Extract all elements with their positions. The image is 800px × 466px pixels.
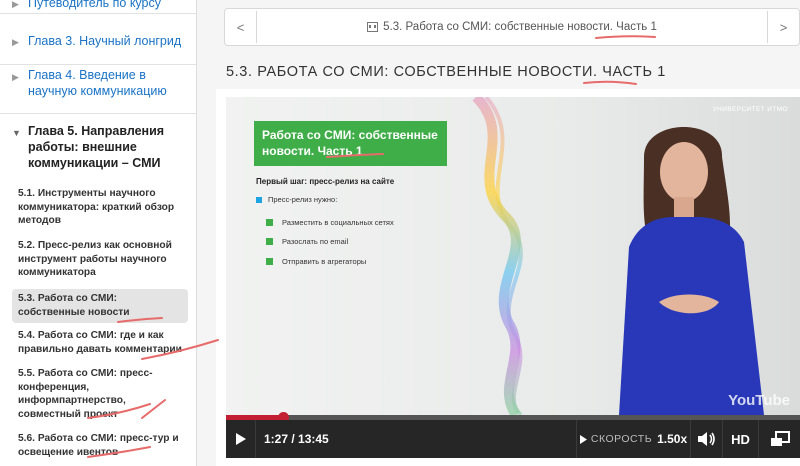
subsection-5-3-active[interactable]: 5.3. Работа со СМИ: собственные новости xyxy=(12,289,188,323)
sequence-nav: < 5.3. Работа со СМИ: собственные новост… xyxy=(224,8,800,46)
sidebar-item-guide[interactable]: ▶ Путеводитель по курсу xyxy=(0,0,196,14)
play-icon xyxy=(235,433,246,445)
hd-button[interactable]: HD xyxy=(723,420,759,458)
video-icon xyxy=(367,22,379,32)
chevron-right-icon: ▶ xyxy=(12,37,19,47)
subsection-5-6[interactable]: 5.6. Работа со СМИ: пресс-тур и освещени… xyxy=(12,432,188,459)
speed-label: СКОРОСТЬ xyxy=(590,433,653,445)
slide-subbullet-text: Отправить в агрегаторы xyxy=(282,257,367,266)
sidebar-item-chapter-4[interactable]: ▶ Глава 4. Введение в научную коммуникац… xyxy=(0,65,196,114)
subsection-5-4[interactable]: 5.4. Работа со СМИ: где и как правильно … xyxy=(12,329,188,356)
chevron-down-icon: ▼ xyxy=(12,128,21,138)
video-controls: 1:27 / 13:45 СКОРОСТЬ 1.50x HD xyxy=(226,420,800,458)
volume-button[interactable] xyxy=(691,420,723,458)
chevron-right-icon: ▶ xyxy=(12,72,19,82)
bullet-square-icon xyxy=(266,238,273,245)
itmo-logo: УНИВЕРСИТЕТ ИТМО xyxy=(712,106,788,113)
sidebar-item-chapter-3[interactable]: ▶ Глава 3. Научный лонгрид xyxy=(0,14,196,65)
current-unit-label: 5.3. Работа со СМИ: собственные новости.… xyxy=(383,21,657,33)
slide-bullet-text: Пресс-релиз нужно: xyxy=(268,195,338,204)
sidebar-item-label: Путеводитель по курсу xyxy=(28,0,161,10)
next-unit-button[interactable]: > xyxy=(767,11,799,43)
bullet-square-icon xyxy=(256,196,262,203)
speed-value: 1.50x xyxy=(657,432,688,446)
youtube-logo[interactable]: YouTube xyxy=(728,392,790,409)
slide-title: Работа со СМИ: собственные новости. Част… xyxy=(254,121,447,166)
bullet-square-icon xyxy=(266,258,273,265)
slide-subbullet: Разослать по email xyxy=(266,237,348,246)
sidebar-item-label: Глава 4. Введение в научную коммуникацию xyxy=(28,68,167,98)
play-button[interactable] xyxy=(226,420,256,458)
chevron-left-icon: < xyxy=(236,19,245,35)
course-sidebar: ▶ Путеводитель по курсу ▶ Глава 3. Научн… xyxy=(0,0,197,466)
fullscreen-button[interactable] xyxy=(759,420,800,458)
chevron-right-icon: > xyxy=(779,19,788,35)
video-player[interactable]: УНИВЕРСИТЕТ ИТМО Работа со СМИ: собствен… xyxy=(226,97,800,415)
subsection-5-1[interactable]: 5.1. Инструменты научного коммуникатора:… xyxy=(12,187,188,228)
previous-unit-button[interactable]: < xyxy=(225,11,257,43)
subsection-5-5[interactable]: 5.5. Работа со СМИ: пресс-конференция, и… xyxy=(12,367,188,422)
presenter-image xyxy=(619,127,764,415)
speed-button[interactable]: СКОРОСТЬ 1.50x xyxy=(576,420,691,458)
sidebar-item-chapter-5[interactable]: ▼ Глава 5. Направления работы: внешние к… xyxy=(0,114,196,171)
bullet-square-icon xyxy=(266,219,273,226)
sidebar-item-label: Глава 5. Направления работы: внешние ком… xyxy=(28,124,165,170)
volume-icon xyxy=(697,432,715,446)
fullscreen-icon xyxy=(770,431,790,446)
slide-subbullet: Разместить в социальных сетях xyxy=(266,218,394,227)
slide-subbullet-text: Разослать по email xyxy=(282,237,349,246)
subsection-5-2[interactable]: 5.2. Пресс-релиз как основной инструмент… xyxy=(12,239,188,280)
unit-title: 5.3. РАБОТА СО СМИ: СОБСТВЕННЫЕ НОВОСТИ.… xyxy=(226,64,666,80)
current-unit-tab[interactable]: 5.3. Работа со СМИ: собственные новости.… xyxy=(261,9,763,45)
slide-bullet: Пресс-релиз нужно: xyxy=(256,195,337,204)
sidebar-item-label: Глава 3. Научный лонгрид xyxy=(28,34,182,48)
decorative-ribbon xyxy=(472,97,523,415)
slide-subbullet: Отправить в агрегаторы xyxy=(266,257,366,266)
slide-heading: Первый шаг: пресс-релиз на сайте xyxy=(256,177,395,186)
slide-subbullet-text: Разместить в социальных сетях xyxy=(282,218,394,227)
time-display: 1:27 / 13:45 xyxy=(264,432,329,446)
caret-right-icon xyxy=(579,434,587,444)
